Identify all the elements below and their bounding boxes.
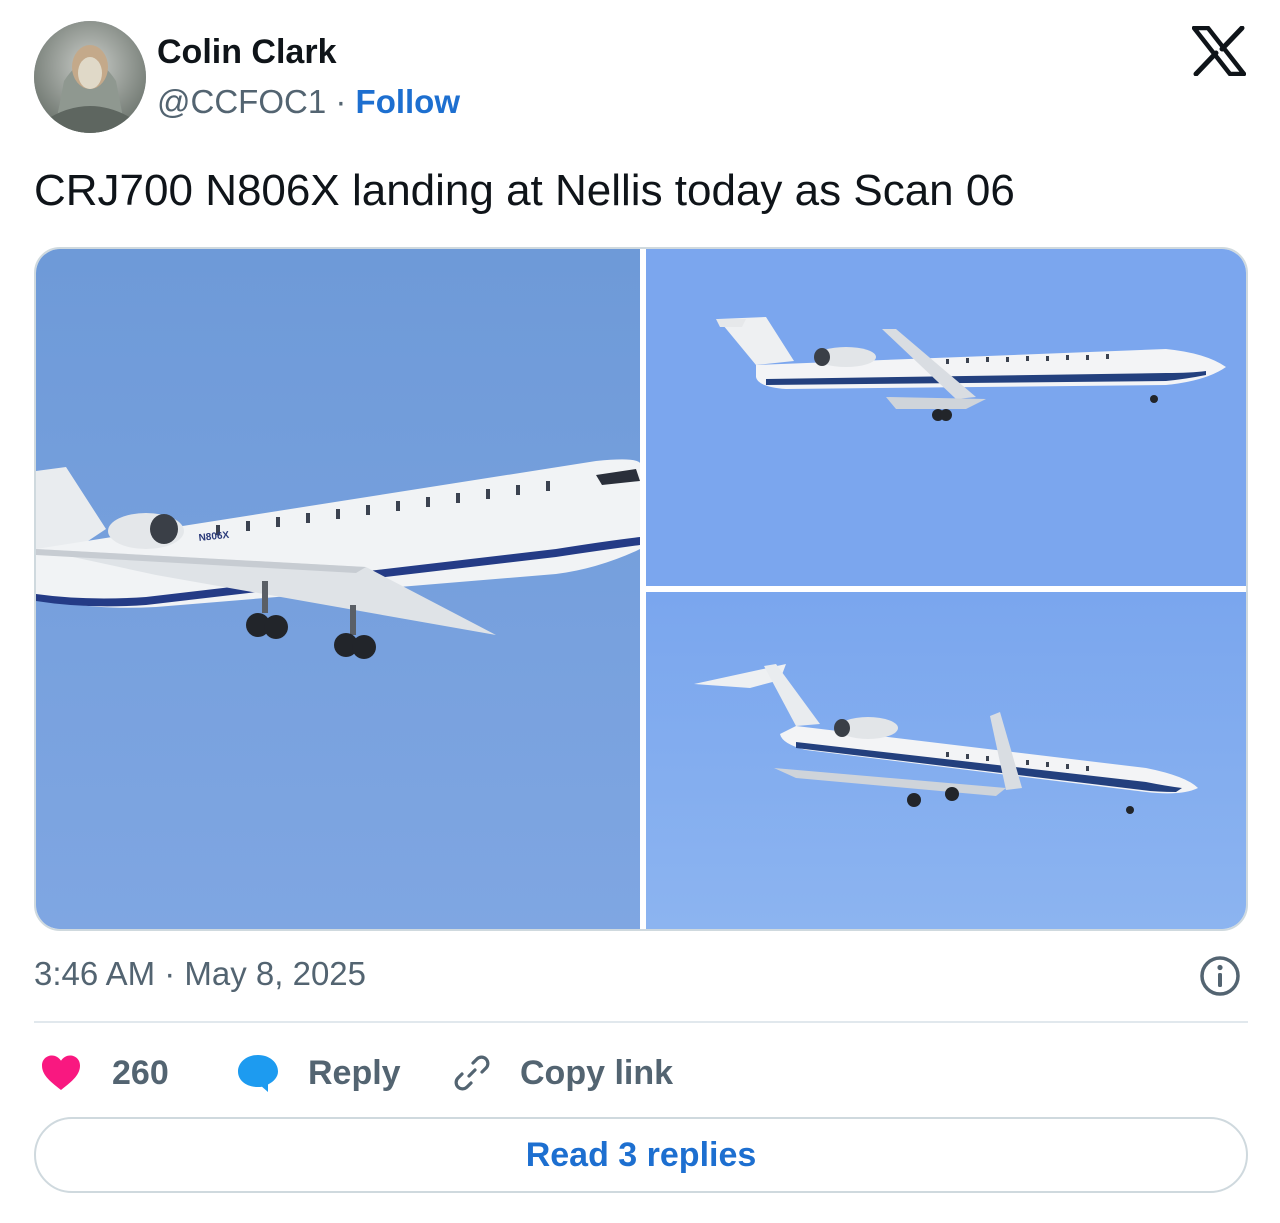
x-logo-icon[interactable] — [1191, 25, 1247, 77]
reply-button[interactable]: Reply — [236, 1046, 401, 1100]
reply-label: Reply — [308, 1053, 401, 1092]
photo-aircraft-side-view[interactable] — [646, 249, 1246, 586]
avatar[interactable] — [34, 21, 146, 133]
tweet-timestamp[interactable]: 3:46 AM · May 8, 2025 — [34, 955, 366, 993]
handle-separator: · — [335, 83, 347, 120]
follow-link[interactable]: Follow — [356, 83, 460, 120]
aircraft-landing-approach-image — [646, 592, 1246, 929]
avatar-image — [34, 21, 146, 133]
read-replies-button[interactable]: Read 3 replies — [34, 1117, 1248, 1193]
heart-icon — [42, 1055, 80, 1090]
link-icon — [454, 1055, 490, 1091]
photo-aircraft-landing-approach[interactable] — [646, 592, 1246, 929]
copy-link-label: Copy link — [520, 1053, 674, 1092]
photo-aircraft-closeup[interactable]: N806X — [36, 249, 640, 929]
author-handle-row: @CCFOC1 · Follow — [157, 83, 460, 121]
chat-bubble-icon — [238, 1055, 278, 1092]
aircraft-closeup-image: N806X — [36, 249, 640, 929]
divider — [34, 1021, 1248, 1023]
info-icon[interactable] — [1198, 954, 1242, 998]
author-handle[interactable]: @CCFOC1 — [157, 83, 326, 120]
aircraft-side-view-image — [646, 249, 1246, 586]
media-grid: N806X — [34, 247, 1248, 931]
tweet-text: CRJ700 N806X landing at Nellis today as … — [34, 166, 1015, 215]
like-count: 260 — [112, 1053, 169, 1092]
read-replies-label: Read 3 replies — [525, 1135, 757, 1174]
author-name[interactable]: Colin Clark — [157, 33, 336, 72]
copy-link-button[interactable]: Copy link — [452, 1046, 673, 1100]
like-button[interactable]: 260 — [40, 1046, 169, 1100]
